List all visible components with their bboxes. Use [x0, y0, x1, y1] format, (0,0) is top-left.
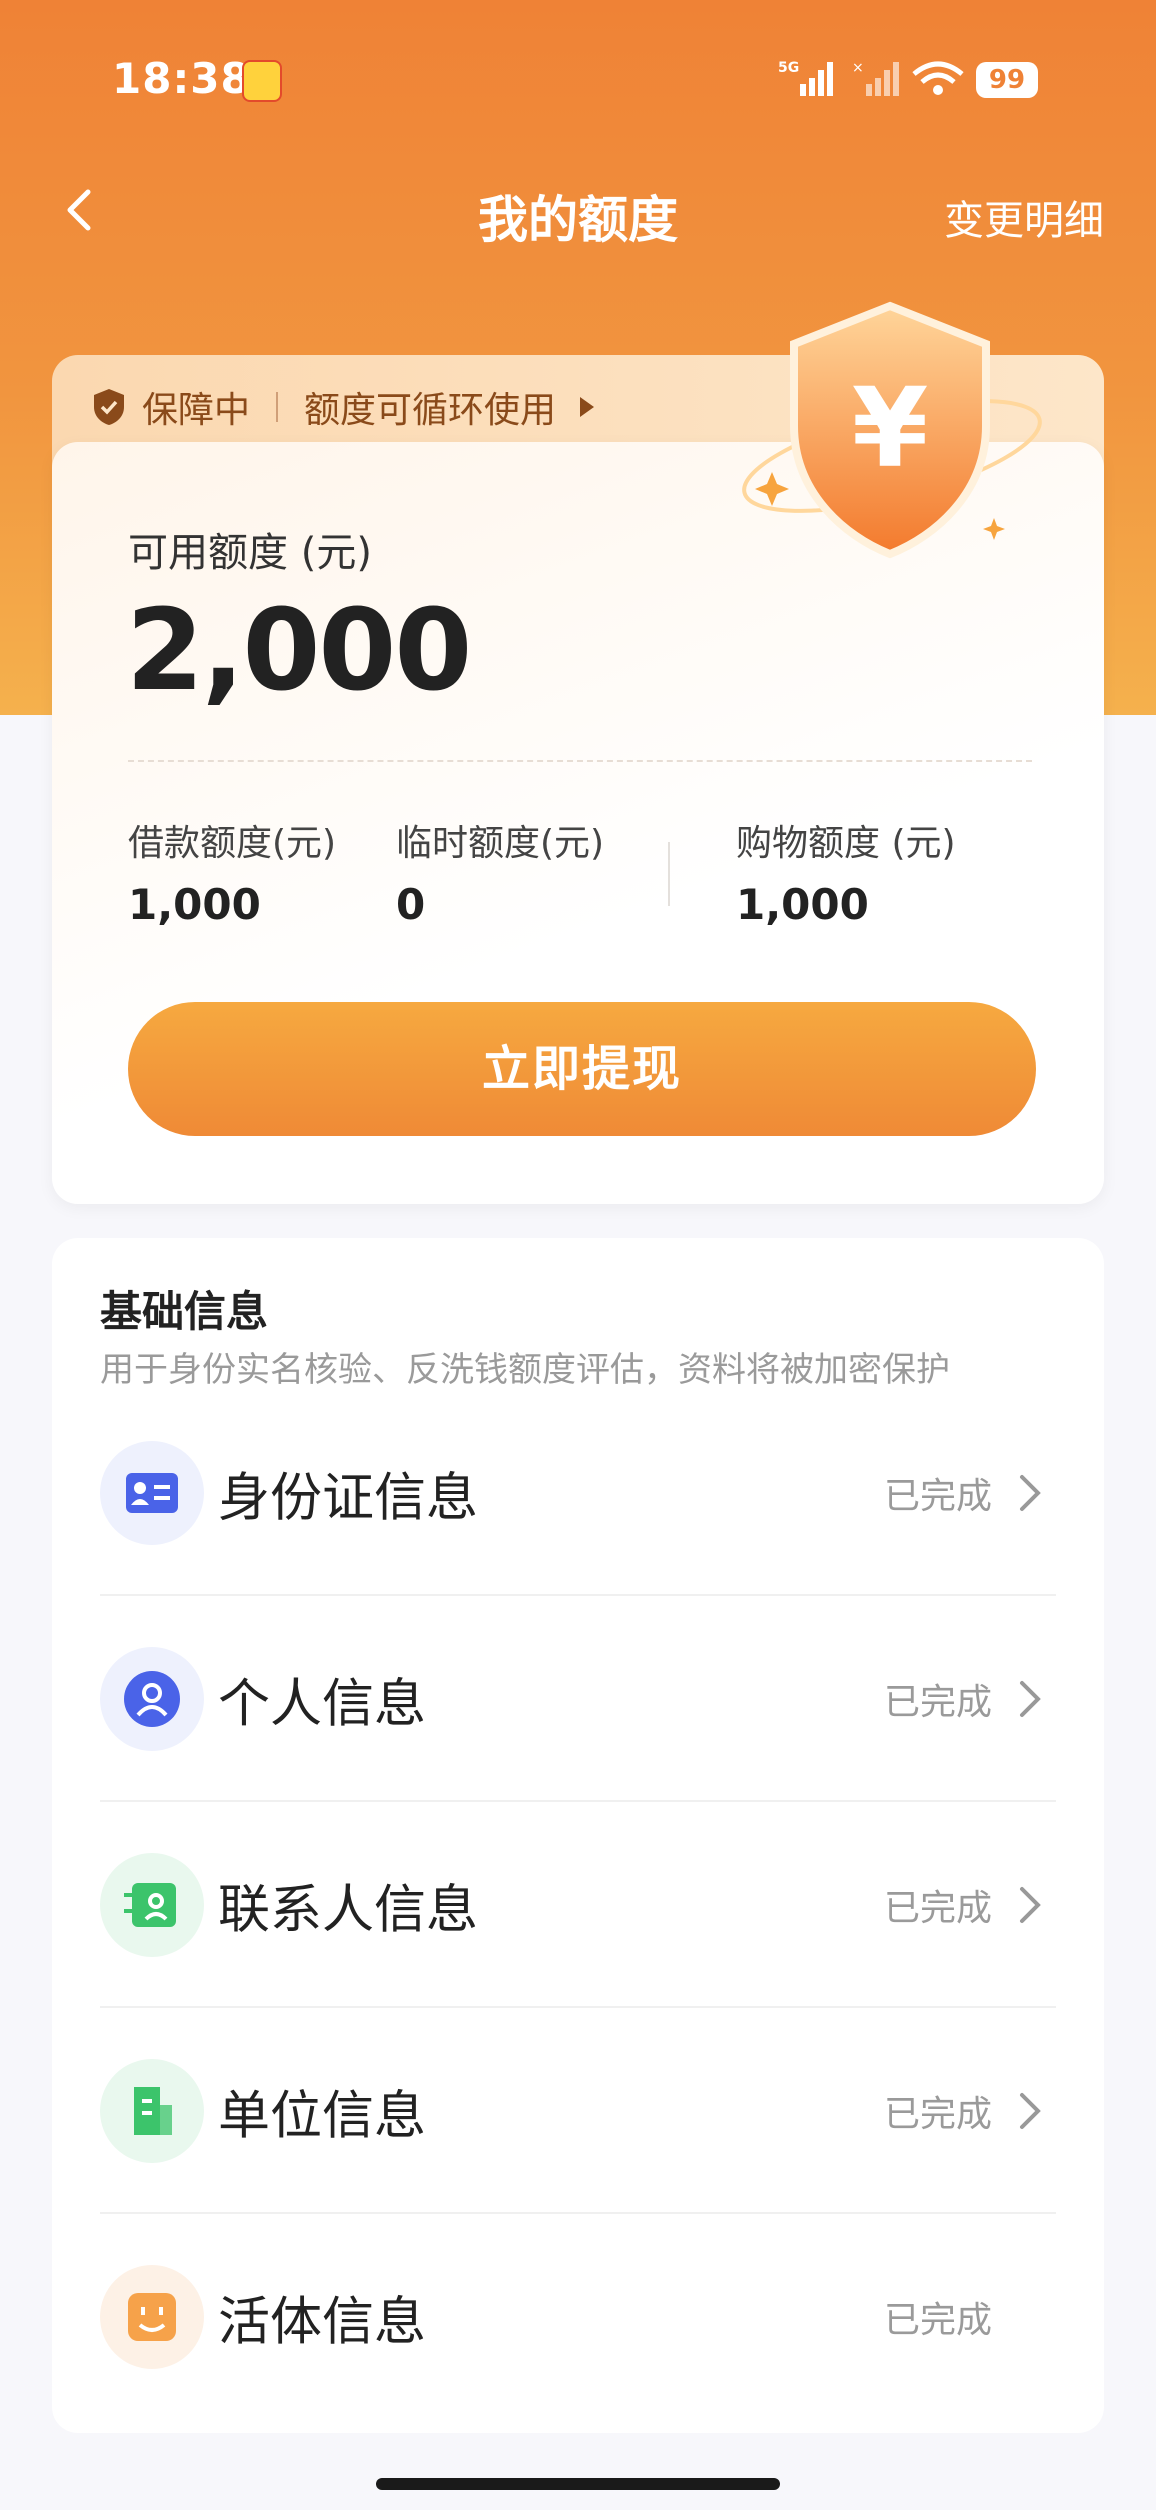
row-label: 活体信息 — [218, 2292, 427, 2353]
change-details-link[interactable]: 变更明细 — [944, 188, 1104, 246]
play-arrow-icon — [580, 397, 595, 417]
row-status: 已完成 — [883, 1888, 992, 1929]
row-label: 身份证信息 — [218, 1468, 479, 1529]
list-item-personal[interactable]: 个人信息 已完成 — [100, 1596, 1056, 1802]
wifi-icon — [912, 61, 964, 95]
chevron-right-icon — [1020, 2093, 1041, 2129]
temporary-limit: 临时额度(元) 0 — [396, 814, 604, 929]
shopping-limit: 购物额度 (元) 1,000 — [736, 814, 956, 929]
row-status: 已完成 — [883, 2300, 992, 2341]
guarantee-note: 额度可循环使用 — [304, 390, 557, 431]
row-label: 个人信息 — [218, 1674, 427, 1735]
section-title: 基础信息 — [100, 1287, 269, 1336]
app-notification-icon — [242, 60, 282, 102]
vertical-divider — [668, 842, 670, 906]
guarantee-status: 保障中 — [142, 390, 251, 431]
yuan-shield-icon: ¥ — [742, 301, 1042, 559]
person-icon — [100, 1647, 204, 1751]
svg-text:×: × — [852, 60, 864, 76]
loan-limit-label: 借款额度(元) — [128, 823, 337, 864]
row-status: 已完成 — [883, 1682, 992, 1723]
status-bar: 18:38 5G × 99 — [0, 0, 1156, 150]
basic-info-section: 基础信息 用于身份实名核验、反洗钱额度评估，资料将被加密保护 身份证信息 已完成… — [52, 1238, 1104, 2433]
contacts-icon — [100, 1853, 204, 1957]
list-item-liveness[interactable]: 活体信息 已完成 — [100, 2214, 1056, 2420]
shopping-limit-value: 1,000 — [736, 880, 869, 929]
cellular-5g-icon: 5G — [778, 60, 833, 96]
available-limit-amount: 2,000 — [126, 586, 472, 716]
shield-check-icon — [94, 389, 124, 425]
cellular-signal-icon: × — [852, 60, 899, 96]
svg-text:¥: ¥ — [852, 364, 929, 492]
list-item-contacts[interactable]: 联系人信息 已完成 — [100, 1802, 1056, 2008]
building-icon — [100, 2059, 204, 2163]
row-status: 已完成 — [883, 2094, 992, 2135]
list-item-id-card[interactable]: 身份证信息 已完成 — [100, 1390, 1056, 1596]
chevron-right-icon — [1020, 1475, 1041, 1511]
battery-indicator: 99 — [976, 62, 1038, 98]
home-indicator[interactable] — [376, 2478, 780, 2490]
section-description: 用于身份实名核验、反洗钱额度评估，资料将被加密保护 — [100, 1350, 950, 1390]
shopping-limit-label: 购物额度 (元) — [736, 823, 956, 864]
svg-text:5G: 5G — [778, 60, 799, 76]
separator — [276, 392, 279, 422]
temporary-limit-label: 临时额度(元) — [396, 823, 605, 864]
dashed-divider — [128, 760, 1032, 762]
loan-limit-value: 1,000 — [128, 880, 261, 929]
face-icon — [100, 2265, 204, 2369]
chevron-right-icon — [1020, 1681, 1041, 1717]
row-status: 已完成 — [883, 1476, 992, 1517]
id-card-icon — [100, 1441, 204, 1545]
nav-bar: 我的额度 变更明细 — [0, 160, 1156, 260]
list-item-employer[interactable]: 单位信息 已完成 — [100, 2008, 1056, 2214]
temporary-limit-value: 0 — [396, 880, 426, 929]
chevron-right-icon — [1020, 1887, 1041, 1923]
loan-limit: 借款额度(元) 1,000 — [128, 814, 336, 929]
row-label: 单位信息 — [218, 2086, 427, 2147]
withdraw-now-button[interactable]: 立即提现 — [128, 1002, 1036, 1136]
status-time: 18:38 — [112, 54, 251, 103]
row-label: 联系人信息 — [218, 1880, 479, 1941]
available-limit-label: 可用额度 (元) — [128, 530, 372, 576]
